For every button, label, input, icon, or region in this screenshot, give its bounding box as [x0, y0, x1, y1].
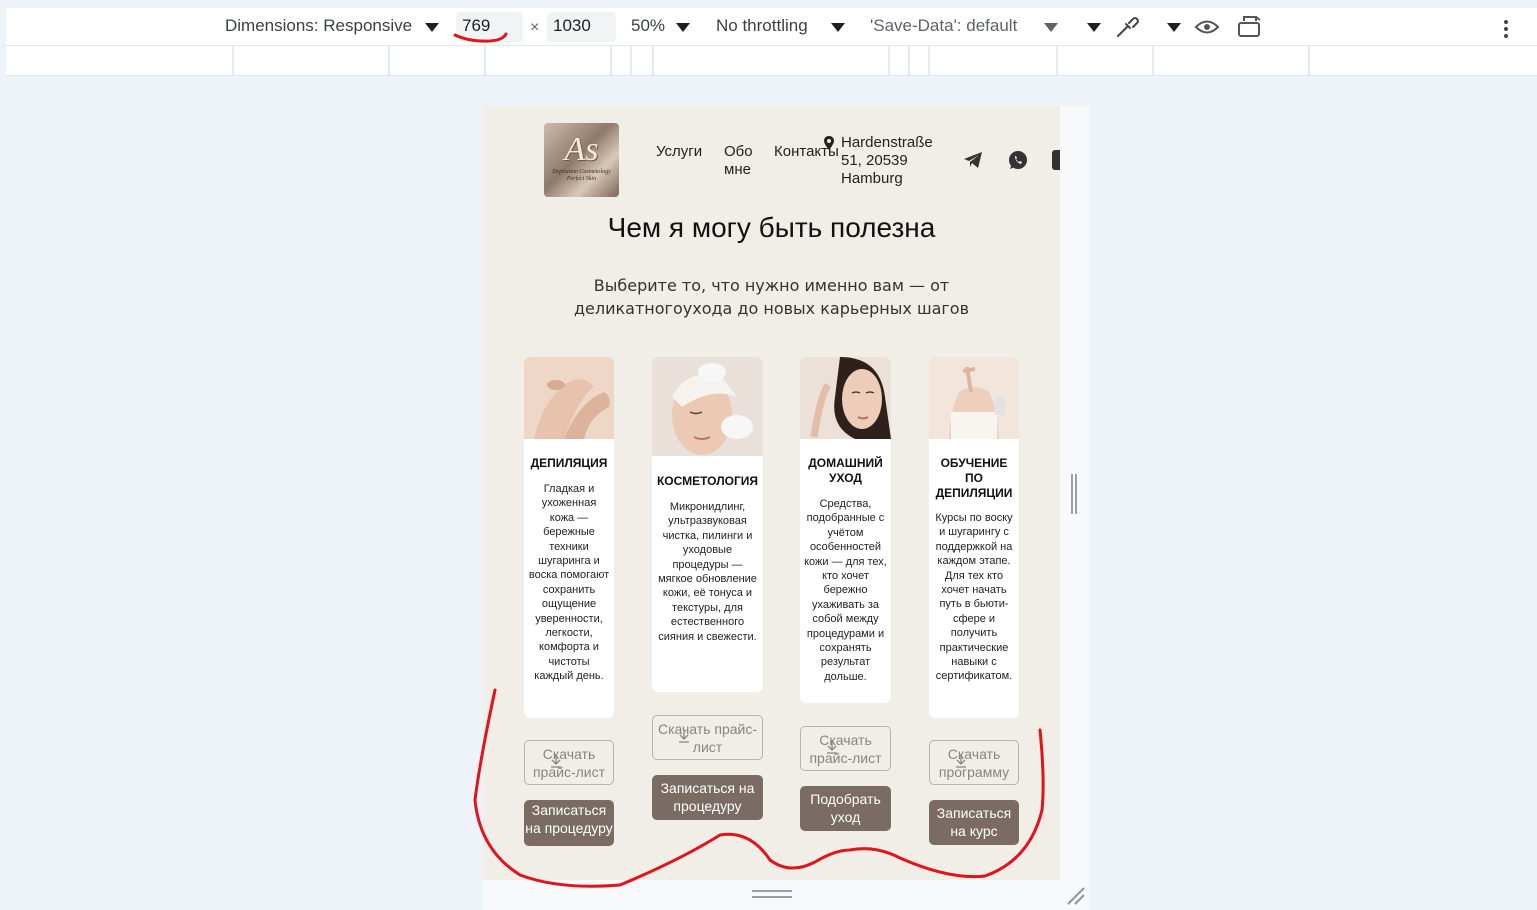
- skincare-photo: [800, 357, 891, 439]
- save-data-dropdown[interactable]: 'Save-Data': default: [870, 16, 1017, 36]
- card-description: Микронидлинг, ультразвуковая чистка, пил…: [658, 501, 757, 643]
- service-card-depilation[interactable]: ДЕПИЛЯЦИЯ Гладкая и ухоженная кожа — бер…: [524, 357, 614, 718]
- resize-handle-bottom[interactable]: [752, 890, 792, 898]
- eyedropper-chevron-icon[interactable]: [1167, 23, 1181, 32]
- card-title: КОСМЕТОЛОГИЯ: [656, 474, 759, 488]
- book-procedure-button[interactable]: Записаться на процедуру: [524, 800, 614, 846]
- whatsapp-icon[interactable]: [1007, 149, 1029, 171]
- button-label: Скачать прайс-лист: [809, 732, 882, 766]
- download-price-button[interactable]: Скачать прайс-лист: [524, 740, 614, 785]
- instagram-icon[interactable]: [1052, 150, 1060, 170]
- telegram-icon[interactable]: [962, 149, 984, 171]
- enroll-course-button[interactable]: Записаться на курс: [929, 800, 1019, 845]
- resize-corner-icon[interactable]: [1064, 884, 1086, 906]
- card-title: ОБУЧЕНИЕ ПО ДЕПИЛЯЦИИ: [935, 456, 1013, 500]
- book-procedure-button[interactable]: Записаться на процедуру: [652, 775, 763, 820]
- download-icon: [956, 754, 966, 768]
- logo-mark: As: [564, 131, 599, 168]
- button-label: Скачать программу: [938, 746, 1010, 780]
- service-card-training[interactable]: ОБУЧЕНИЕ ПО ДЕПИЛЯЦИИ Курсы по воску и ш…: [929, 357, 1019, 718]
- download-icon: [679, 729, 689, 743]
- save-data-chevron-icon[interactable]: [1044, 23, 1058, 32]
- button-label: Записаться на процедуру: [660, 780, 755, 814]
- site-logo[interactable]: As Depilation Cosmetology Perfect Skin: [544, 123, 619, 197]
- download-price-button[interactable]: Скачать прайс-лист: [652, 715, 763, 760]
- card-description: Средства, подобранные с учётом особеннос…: [804, 498, 887, 683]
- throttling-chevron-icon[interactable]: [831, 23, 845, 32]
- nav-services[interactable]: Услуги: [656, 143, 702, 161]
- zoom-chevron-icon[interactable]: [676, 23, 690, 32]
- address-text[interactable]: Hardenstraße 51, 20539 Hamburg: [841, 134, 951, 188]
- dimensions-dropdown[interactable]: Dimensions: Responsive: [225, 16, 412, 36]
- location-pin-icon: [824, 136, 834, 150]
- download-program-button[interactable]: Скачать программу: [929, 740, 1019, 785]
- card-description: Гладкая и ухоженная кожа — бережные техн…: [528, 483, 610, 683]
- times-sign: ×: [530, 19, 540, 36]
- legs-photo: [524, 357, 614, 439]
- service-card-cosmetology[interactable]: КОСМЕТОЛОГИЯ Микронидлинг, ультразвукова…: [652, 357, 763, 692]
- facial-photo: [652, 357, 763, 456]
- width-input[interactable]: 769: [456, 12, 523, 42]
- logo-tagline: Depilation Cosmetology Perfect Skin: [552, 169, 611, 182]
- section-subtitle: Выберите то, что нужно именно вам — от д…: [573, 276, 970, 318]
- kebab-menu-icon[interactable]: [1504, 18, 1510, 41]
- media-query-ruler: [6, 46, 1537, 76]
- eyedropper-icon[interactable]: [1114, 14, 1140, 40]
- nav-about[interactable]: Обо мне: [724, 143, 758, 179]
- zoom-dropdown[interactable]: 50%: [631, 16, 665, 36]
- button-label: Скачать прайс-лист: [657, 721, 758, 755]
- dimensions-chevron-icon[interactable]: [425, 23, 439, 32]
- card-title: ДОМАШНИЙ УХОД: [808, 456, 883, 485]
- download-icon: [827, 740, 837, 754]
- download-price-button[interactable]: Скачать прайс-лист: [800, 726, 891, 771]
- select-care-button[interactable]: Подобрать уход: [800, 786, 891, 831]
- eye-icon[interactable]: [1194, 16, 1220, 38]
- card-title: ДЕПИЛЯЦИЯ: [530, 456, 608, 470]
- device-toolbar: Dimensions: Responsive 769 × 1030 50% No…: [6, 8, 1537, 46]
- button-label: Скачать прайс-лист: [532, 746, 606, 780]
- download-icon: [551, 754, 561, 768]
- button-label: Записаться на процедуру: [525, 802, 613, 836]
- section-title: Чем я могу быть полезна: [607, 212, 936, 243]
- service-card-home-care[interactable]: ДОМАШНИЙ УХОД Средства, подобранные с уч…: [800, 357, 891, 703]
- device-viewport: As Depilation Cosmetology Perfect Skin У…: [483, 106, 1060, 880]
- more-options-chevron-icon[interactable]: [1087, 23, 1101, 32]
- rotate-icon[interactable]: [1236, 14, 1266, 40]
- button-label: Записаться на курс: [936, 805, 1012, 839]
- training-photo: [929, 357, 1019, 439]
- height-input[interactable]: 1030: [547, 12, 616, 42]
- button-label: Подобрать уход: [810, 791, 881, 825]
- throttling-dropdown[interactable]: No throttling: [716, 16, 808, 36]
- card-description: Курсы по воску и шугарингу с поддержкой …: [935, 512, 1013, 683]
- resize-handle-right[interactable]: [1071, 474, 1077, 514]
